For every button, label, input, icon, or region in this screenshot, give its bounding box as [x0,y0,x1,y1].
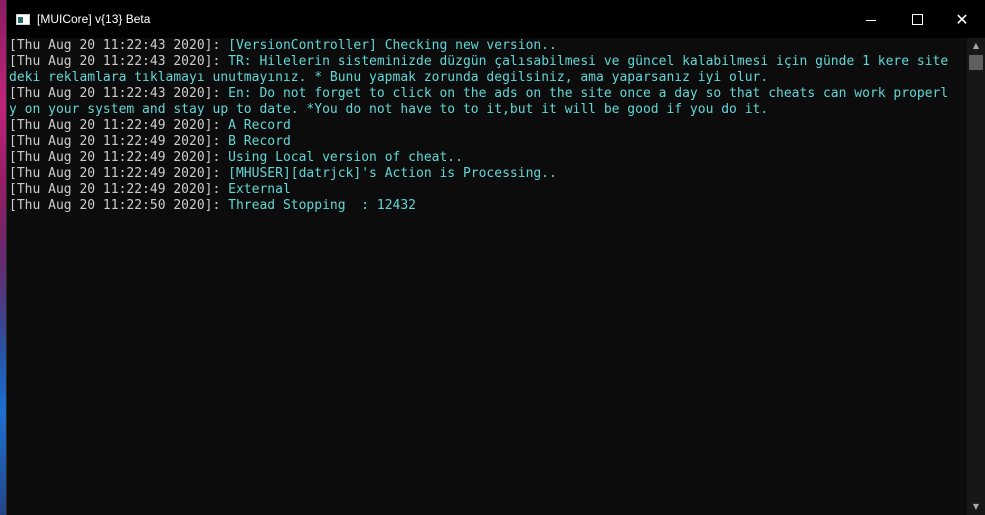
log-timestamp: [Thu Aug 20 11:22:49 2020]: [9,150,229,165]
log-line: [Thu Aug 20 11:22:49 2020]: [MHUSER][dat… [9,166,967,182]
log-line: [Thu Aug 20 11:22:43 2020]: TR: Hileleri… [9,54,967,70]
log-line: [Thu Aug 20 11:22:43 2020]: En: Do not f… [9,86,967,102]
minimize-button[interactable] [848,0,894,38]
title-bar[interactable]: [MUICore] v{13} Beta ✕ [7,0,985,38]
log-line: [Thu Aug 20 11:22:49 2020]: External [9,182,967,198]
log-message: B Record [228,134,291,149]
console-output[interactable]: [Thu Aug 20 11:22:43 2020]: [VersionCont… [9,38,967,515]
scroll-thumb[interactable] [969,55,983,70]
log-message: Thread Stopping : 12432 [228,198,416,213]
log-timestamp: [Thu Aug 20 11:22:43 2020]: [9,38,229,53]
log-message: A Record [228,118,291,133]
log-timestamp: [Thu Aug 20 11:22:43 2020]: [9,54,229,69]
log-timestamp: [Thu Aug 20 11:22:49 2020]: [9,182,229,197]
log-message: TR: Hilelerin sisteminizde düzgün çalısa… [228,54,949,69]
minimize-icon [866,20,876,21]
log-message: External [228,182,291,197]
maximize-icon [912,14,923,25]
log-timestamp: [Thu Aug 20 11:22:50 2020]: [9,198,229,213]
scroll-down-arrow-icon[interactable]: ▼ [967,499,985,515]
log-message: [VersionController] Checking new version… [228,38,557,53]
log-line: [Thu Aug 20 11:22:43 2020]: [VersionCont… [9,38,967,54]
log-message: y on your system and stay up to date. *Y… [9,102,769,117]
log-line: y on your system and stay up to date. *Y… [9,102,967,118]
console-app-icon[interactable] [16,14,30,25]
log-message: [MHUSER][datrjck]'s Action is Processing… [228,166,557,181]
window-title: [MUICore] v{13} Beta [37,12,151,26]
log-line: [Thu Aug 20 11:22:49 2020]: Using Local … [9,150,967,166]
log-timestamp: [Thu Aug 20 11:22:49 2020]: [9,134,229,149]
log-timestamp: [Thu Aug 20 11:22:49 2020]: [9,166,229,181]
log-line: deki reklamlara tıklamayı unutmayınız. *… [9,70,967,86]
log-timestamp: [Thu Aug 20 11:22:43 2020]: [9,86,229,101]
log-line: [Thu Aug 20 11:22:50 2020]: Thread Stopp… [9,198,967,214]
close-icon: ✕ [955,10,969,29]
maximize-button[interactable] [894,0,940,38]
log-message: deki reklamlara tıklamayı unutmayınız. *… [9,70,769,85]
log-line: [Thu Aug 20 11:22:49 2020]: A Record [9,118,967,134]
scroll-up-arrow-icon[interactable]: ▲ [967,38,985,54]
console-window[interactable]: [MUICore] v{13} Beta ✕ [Thu Aug 20 11:22… [7,0,985,515]
vertical-scrollbar[interactable]: ▲ ▼ [967,38,985,515]
log-timestamp: [Thu Aug 20 11:22:49 2020]: [9,118,229,133]
log-message: En: Do not forget to click on the ads on… [228,86,949,101]
log-line: [Thu Aug 20 11:22:49 2020]: B Record [9,134,967,150]
close-button[interactable]: ✕ [939,0,985,38]
log-message: Using Local version of cheat.. [228,150,463,165]
